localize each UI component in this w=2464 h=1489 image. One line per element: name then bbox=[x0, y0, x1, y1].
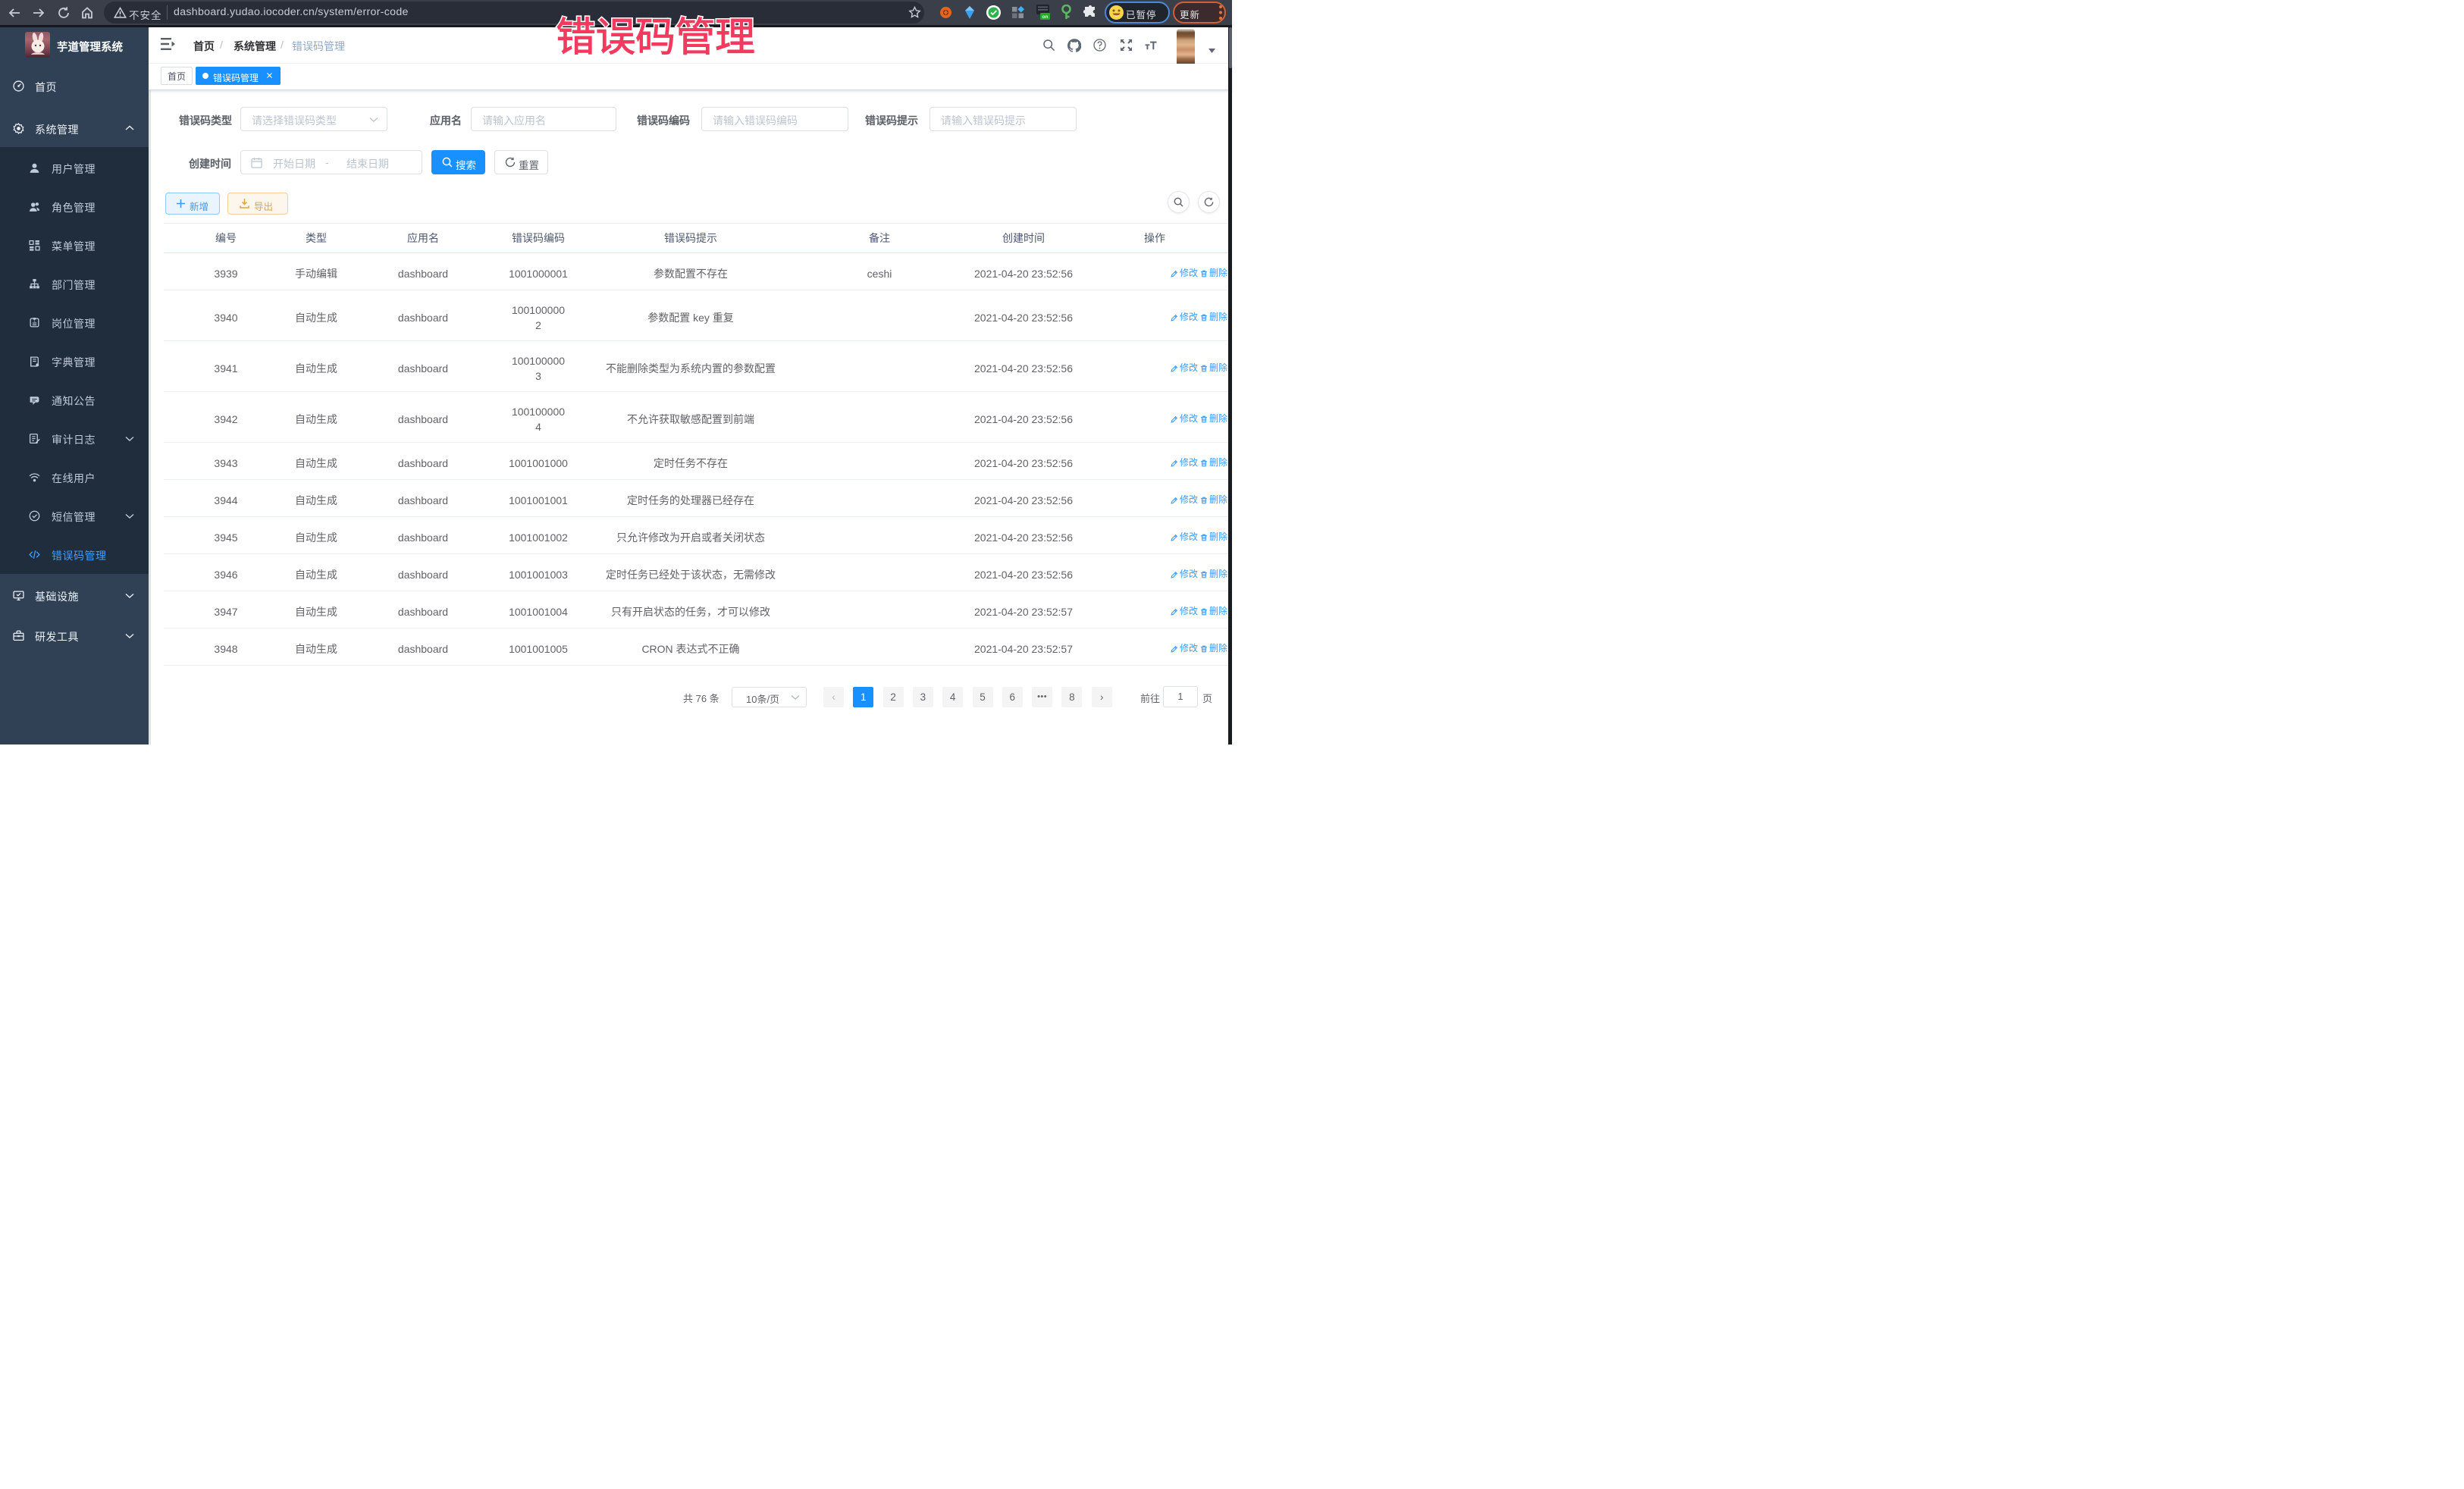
svg-text:on: on bbox=[1042, 14, 1049, 20]
svg-text:1: 1 bbox=[33, 318, 36, 323]
